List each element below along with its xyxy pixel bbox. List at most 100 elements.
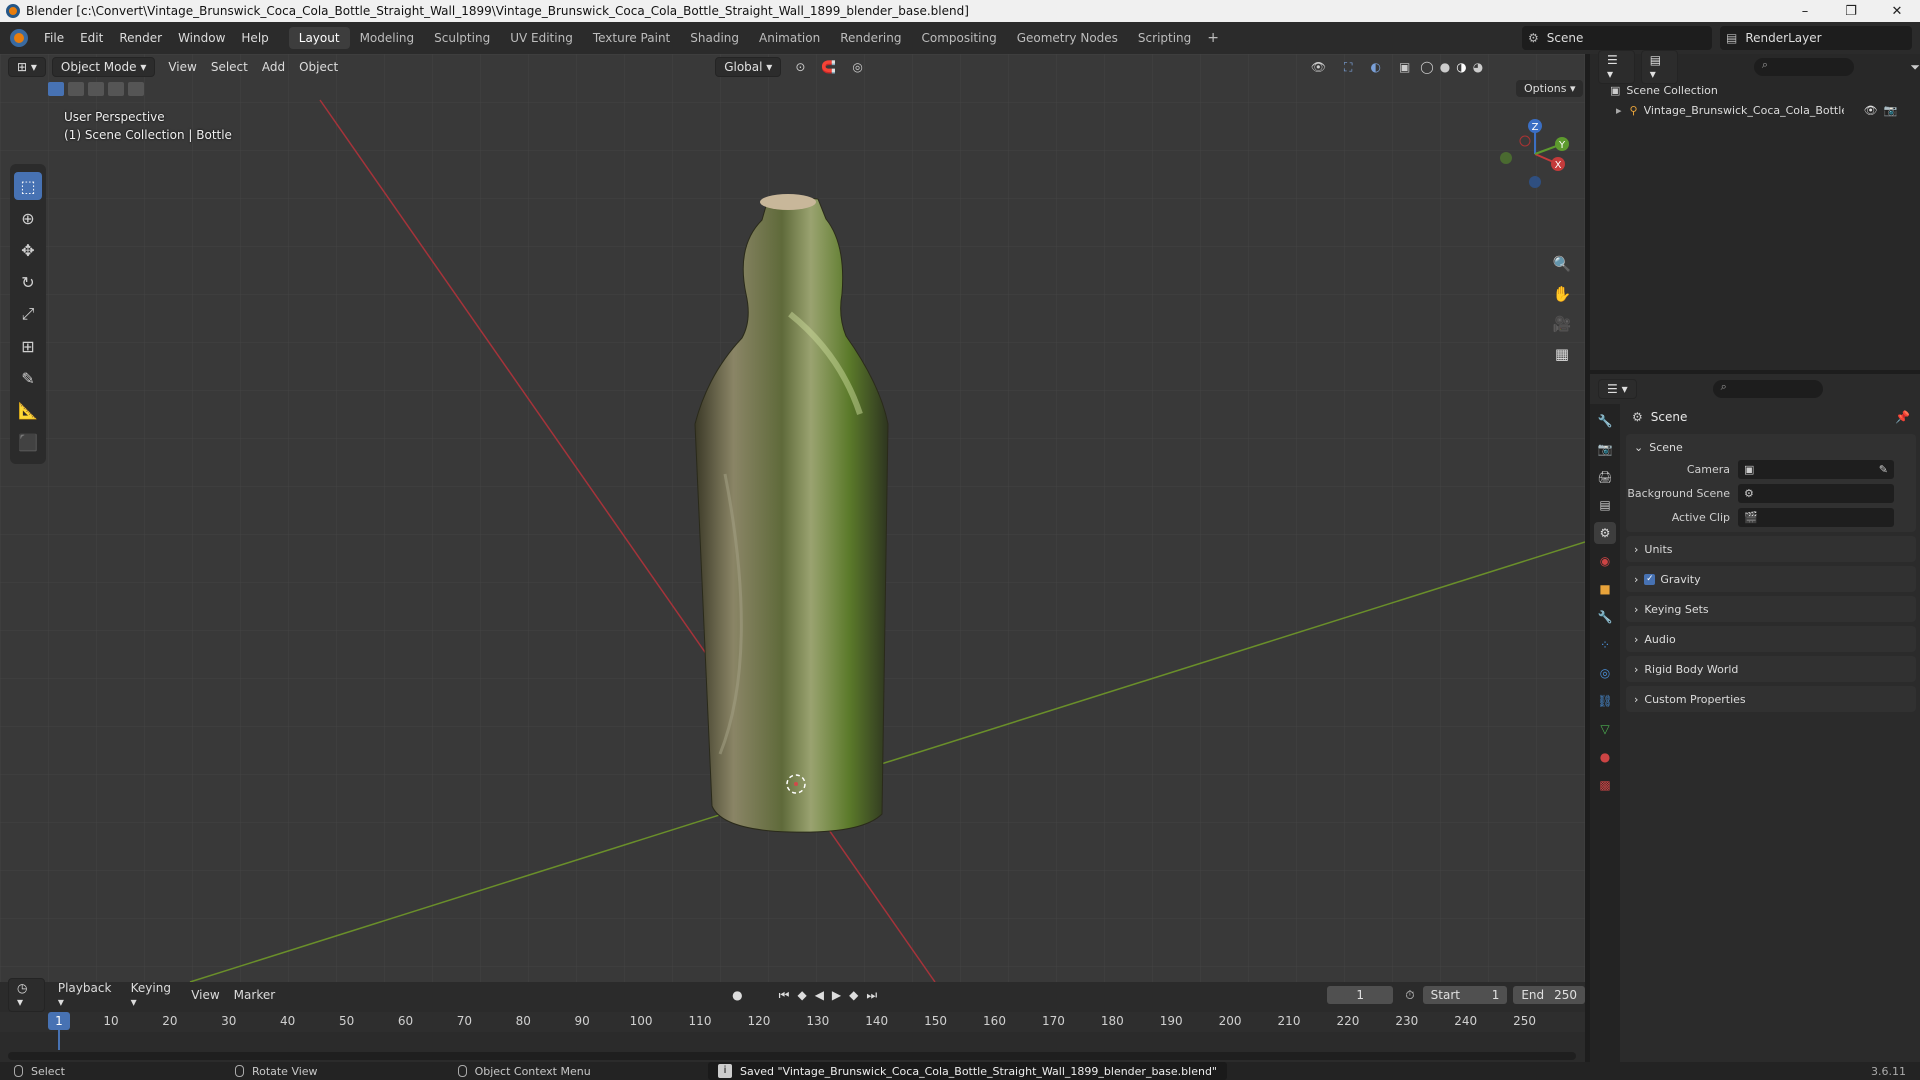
outliner-object-row[interactable]: ▸ ⚲ Vintage_Brunswick_Coca_Cola_Bottle_S… <box>1590 100 1920 120</box>
tool-tab-icon[interactable]: 🔧 <box>1594 410 1616 432</box>
play-reverse-icon[interactable]: ◀ <box>815 988 824 1002</box>
scene-selector[interactable]: ⚙ Scene <box>1522 26 1712 50</box>
visibility-icon[interactable]: 👁 <box>1311 60 1326 74</box>
add-workspace-button[interactable]: + <box>1201 30 1225 46</box>
camera-view-icon[interactable]: 🎥 <box>1548 310 1576 338</box>
viewport-menu-select[interactable]: Select <box>204 60 255 74</box>
select-intersect-icon[interactable] <box>128 82 144 96</box>
menu-help[interactable]: Help <box>233 31 276 45</box>
snap-icon[interactable]: 🧲 <box>821 60 836 74</box>
gravity-panel[interactable]: › ✓ Gravity <box>1626 566 1916 592</box>
pin-icon[interactable]: 📌 <box>1895 410 1910 424</box>
eyedropper-icon[interactable]: ✎ <box>1879 463 1888 476</box>
keying-sets-panel[interactable]: › Keying Sets <box>1626 596 1916 622</box>
tab-scripting[interactable]: Scripting <box>1128 27 1201 49</box>
viewport-menu-view[interactable]: View <box>161 60 203 74</box>
physics-tab-icon[interactable]: ◎ <box>1594 662 1616 684</box>
pan-hand-icon[interactable]: ✋ <box>1548 280 1576 308</box>
scene-tab-icon[interactable]: ⚙ <box>1594 522 1616 544</box>
expand-arrow-icon[interactable]: ▸ <box>1616 104 1622 117</box>
gizmo-toggle-icon[interactable]: ⛶ <box>1344 60 1352 75</box>
timeline-view-menu[interactable]: View <box>184 988 226 1002</box>
tab-compositing[interactable]: Compositing <box>911 27 1006 49</box>
xray-icon[interactable]: ▣ <box>1399 60 1410 74</box>
select-box-tool-icon[interactable]: ⬚ <box>14 172 42 200</box>
blender-menu-icon[interactable] <box>10 29 28 47</box>
menu-file[interactable]: File <box>36 31 72 45</box>
render-tab-icon[interactable]: 📷 <box>1594 438 1616 460</box>
properties-editor-type[interactable]: ☰ ▾ <box>1598 379 1637 399</box>
viewport-scene[interactable] <box>0 54 1585 982</box>
saved-notification[interactable]: i Saved "Vintage_Brunswick_Coca_Cola_Bott… <box>708 1062 1227 1080</box>
close-button[interactable]: ✕ <box>1874 4 1920 19</box>
tab-sculpting[interactable]: Sculpting <box>424 27 500 49</box>
eye-visibility-icon[interactable]: 👁 <box>1864 104 1878 117</box>
playback-menu[interactable]: Playback ▾ <box>51 981 124 1009</box>
rigid-body-world-panel[interactable]: › Rigid Body World <box>1626 656 1916 682</box>
filter-icon[interactable]: ⏷ <box>1910 60 1920 75</box>
outliner-search-input[interactable]: ⌕ <box>1753 58 1855 76</box>
tab-texture-paint[interactable]: Texture Paint <box>583 27 680 49</box>
move-tool-icon[interactable]: ✥ <box>14 236 42 264</box>
overlay-toggle-icon[interactable]: ◐ <box>1370 60 1380 74</box>
active-clip-field[interactable]: 🎬 <box>1738 507 1894 527</box>
perspective-grid-icon[interactable]: ▦ <box>1548 340 1576 368</box>
jump-start-icon[interactable]: ⏮ <box>779 988 790 1003</box>
properties-search-input[interactable]: ⌕ <box>1712 380 1823 398</box>
timeline-scrollbar[interactable] <box>8 1052 1576 1060</box>
transform-orientation-dropdown[interactable]: Global ▾ <box>715 57 782 77</box>
marker-menu[interactable]: Marker <box>227 988 282 1002</box>
modifier-tab-icon[interactable]: 🔧 <box>1594 606 1616 628</box>
proportional-edit-icon[interactable]: ◎ <box>852 60 862 74</box>
viewport-menu-object[interactable]: Object <box>292 60 345 74</box>
gizmo-neg-y[interactable] <box>1500 152 1512 164</box>
start-frame-field[interactable]: Start 1 <box>1422 986 1508 1004</box>
menu-window[interactable]: Window <box>170 31 233 45</box>
menu-render[interactable]: Render <box>111 31 170 45</box>
select-invert-icon[interactable] <box>108 82 124 96</box>
world-tab-icon[interactable]: ◉ <box>1594 550 1616 572</box>
add-cube-tool-icon[interactable]: ⬛ <box>14 428 42 456</box>
wireframe-shading-icon[interactable]: ◯ <box>1420 60 1433 74</box>
data-tab-icon[interactable]: ▽ <box>1594 718 1616 740</box>
material-shading-icon[interactable]: ◑ <box>1456 60 1466 74</box>
maximize-button[interactable]: ❐ <box>1828 4 1874 19</box>
output-tab-icon[interactable]: 🖨 <box>1594 466 1616 488</box>
tab-geometry-nodes[interactable]: Geometry Nodes <box>1007 27 1128 49</box>
texture-tab-icon[interactable]: ▩ <box>1594 774 1616 796</box>
outliner-editor-type[interactable]: ☰ ▾ <box>1598 50 1635 84</box>
jump-end-icon[interactable]: ⏭ <box>866 988 877 1003</box>
tab-modeling[interactable]: Modeling <box>350 27 425 49</box>
camera-field[interactable]: ▣ ✎ <box>1738 459 1894 479</box>
object-tab-icon[interactable]: ■ <box>1594 578 1616 600</box>
editor-type-button[interactable]: ⊞ ▾ <box>8 57 46 77</box>
tab-layout[interactable]: Layout <box>288 27 350 49</box>
select-subtract-icon[interactable] <box>88 82 104 96</box>
annotate-tool-icon[interactable]: ✎ <box>14 364 42 392</box>
record-icon[interactable]: ● <box>732 988 742 1002</box>
timeline-editor-type[interactable]: ◷ ▾ <box>8 978 45 1012</box>
prev-keyframe-icon[interactable]: ◆ <box>797 988 806 1002</box>
rendered-shading-icon[interactable]: ◕ <box>1473 60 1483 74</box>
audio-panel[interactable]: › Audio <box>1626 626 1916 652</box>
view-layer-tab-icon[interactable]: ▤ <box>1594 494 1616 516</box>
background-scene-field[interactable]: ⚙ <box>1738 483 1894 503</box>
gizmo-neg-x[interactable] <box>1519 135 1531 147</box>
solid-shading-icon[interactable]: ● <box>1440 60 1450 74</box>
outliner-scene-collection[interactable]: ▣ Scene Collection <box>1590 80 1920 100</box>
pivot-icon[interactable]: ⊙ <box>795 60 805 74</box>
current-frame-field[interactable]: 1 <box>1327 986 1394 1004</box>
options-dropdown[interactable]: Options ▾ <box>1516 80 1584 97</box>
tab-animation[interactable]: Animation <box>749 27 830 49</box>
rotate-tool-icon[interactable]: ↻ <box>14 268 42 296</box>
viewport-menu-add[interactable]: Add <box>255 60 292 74</box>
tab-uv-editing[interactable]: UV Editing <box>500 27 583 49</box>
select-new-icon[interactable] <box>48 82 64 96</box>
particles-tab-icon[interactable]: ⁘ <box>1594 634 1616 656</box>
custom-properties-panel[interactable]: › Custom Properties <box>1626 686 1916 712</box>
3d-viewport[interactable]: ⊞ ▾ Object Mode ▾ View Select Add Object… <box>0 54 1585 982</box>
zoom-icon[interactable]: 🔍 <box>1548 250 1576 278</box>
constraints-tab-icon[interactable]: ⛓ <box>1594 690 1616 712</box>
outliner-display-mode[interactable]: ▤ ▾ <box>1640 50 1678 84</box>
renderlayer-selector[interactable]: ▤ RenderLayer <box>1720 26 1912 50</box>
